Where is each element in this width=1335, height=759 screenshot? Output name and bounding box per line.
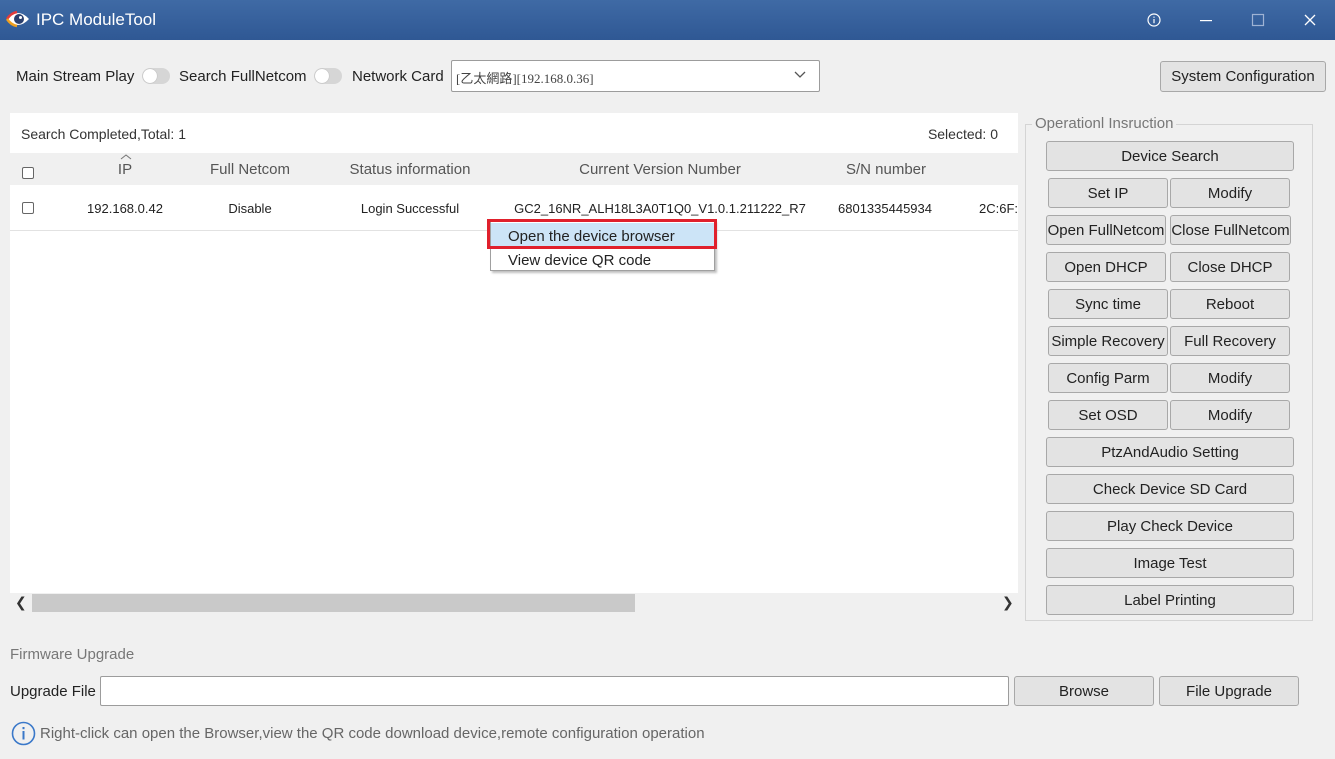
network-card-select[interactable]: [乙太網路][192.168.0.36] xyxy=(451,60,820,92)
row-full-netcom: Disable xyxy=(228,201,272,216)
minimize-icon xyxy=(1200,20,1212,22)
info-circle-icon xyxy=(11,721,36,746)
check-sd-card-button[interactable]: Check Device SD Card xyxy=(1046,474,1294,504)
row-version: GC2_16NR_ALH18L3A0T1Q0_V1.0.1.211222_R7 xyxy=(514,201,806,216)
operations-panel-title: Operationl Insruction xyxy=(1032,115,1177,132)
open-dhcp-button[interactable]: Open DHCP xyxy=(1046,252,1166,282)
maximize-icon xyxy=(1251,13,1265,27)
info-button[interactable] xyxy=(1128,0,1180,40)
set-ip-button[interactable]: Set IP xyxy=(1048,178,1168,208)
select-all-checkbox[interactable] xyxy=(22,167,34,179)
device-search-button[interactable]: Device Search xyxy=(1046,141,1294,171)
info-icon xyxy=(1147,13,1161,27)
modify-ip-button[interactable]: Modify xyxy=(1170,178,1290,208)
device-table: Search Completed,Total: 1 Selected: 0 IP… xyxy=(10,113,1018,613)
close-button[interactable] xyxy=(1284,0,1335,40)
row-sn: 6801335445934 xyxy=(838,201,932,216)
firmware-upgrade-title: Firmware Upgrade xyxy=(10,646,135,663)
upgrade-file-label: Upgrade File xyxy=(10,683,96,700)
label-printing-button[interactable]: Label Printing xyxy=(1046,585,1294,615)
title-bar[interactable]: IPC ModuleTool xyxy=(0,0,1335,40)
close-icon xyxy=(1304,14,1316,26)
sort-up-icon xyxy=(120,154,132,160)
simple-recovery-button[interactable]: Simple Recovery xyxy=(1048,326,1168,356)
search-status-text: Search Completed,Total: 1 xyxy=(21,126,186,142)
column-header-full-netcom[interactable]: Full Netcom xyxy=(210,161,290,178)
app-logo-icon xyxy=(5,10,29,28)
play-check-device-button[interactable]: Play Check Device xyxy=(1046,511,1294,541)
hint-text: Right-click can open the Browser,view th… xyxy=(40,725,705,742)
window-title: IPC ModuleTool xyxy=(36,10,157,29)
chevron-down-icon xyxy=(794,71,806,78)
close-fullnetcom-button[interactable]: Close FullNetcom xyxy=(1170,215,1291,245)
table-header: IP Full Netcom Status information Curren… xyxy=(10,153,1018,185)
row-checkbox[interactable] xyxy=(22,202,34,214)
row-mac: 2C:6F: xyxy=(979,201,1018,216)
highlight-box xyxy=(487,219,717,249)
maximize-button[interactable] xyxy=(1232,0,1284,40)
search-fullnetcom-label: Search FullNetcom xyxy=(179,68,307,85)
main-stream-play-toggle[interactable] xyxy=(142,68,170,84)
row-status: Login Successful xyxy=(360,201,460,216)
system-configuration-button[interactable]: System Configuration xyxy=(1160,61,1326,92)
config-parm-button[interactable]: Config Parm xyxy=(1048,363,1168,393)
search-fullnetcom-toggle[interactable] xyxy=(314,68,342,84)
scroll-right-icon[interactable]: ❯ xyxy=(1002,594,1014,611)
browse-button[interactable]: Browse xyxy=(1014,676,1154,706)
upgrade-file-input[interactable] xyxy=(100,676,1009,706)
reboot-button[interactable]: Reboot xyxy=(1170,289,1290,319)
sync-time-button[interactable]: Sync time xyxy=(1048,289,1168,319)
selected-count: Selected: 0 xyxy=(927,126,998,142)
main-stream-play-label: Main Stream Play xyxy=(16,68,135,85)
modify-config-button[interactable]: Modify xyxy=(1170,363,1290,393)
column-header-status[interactable]: Status information xyxy=(350,161,471,178)
menu-item-view-qr-code[interactable]: View device QR code xyxy=(491,247,714,271)
row-ip: 192.168.0.42 xyxy=(87,201,163,216)
ptz-audio-setting-button[interactable]: PtzAndAudio Setting xyxy=(1046,437,1294,467)
set-osd-button[interactable]: Set OSD xyxy=(1048,400,1168,430)
modify-osd-button[interactable]: Modify xyxy=(1170,400,1290,430)
open-fullnetcom-button[interactable]: Open FullNetcom xyxy=(1046,215,1166,245)
horizontal-scrollbar[interactable]: ❮ ❯ xyxy=(10,593,1018,613)
column-header-sn[interactable]: S/N number xyxy=(846,161,926,178)
network-card-label: Network Card xyxy=(352,68,444,85)
scroll-left-icon[interactable]: ❮ xyxy=(15,594,27,611)
close-dhcp-button[interactable]: Close DHCP xyxy=(1170,252,1290,282)
minimize-button[interactable] xyxy=(1180,0,1232,40)
scrollbar-thumb[interactable] xyxy=(32,594,635,612)
column-header-version[interactable]: Current Version Number xyxy=(579,161,741,178)
file-upgrade-button[interactable]: File Upgrade xyxy=(1159,676,1299,706)
full-recovery-button[interactable]: Full Recovery xyxy=(1170,326,1290,356)
image-test-button[interactable]: Image Test xyxy=(1046,548,1294,578)
network-card-value: [乙太網路][192.168.0.36] xyxy=(456,71,594,86)
column-header-ip[interactable]: IP xyxy=(118,161,132,178)
